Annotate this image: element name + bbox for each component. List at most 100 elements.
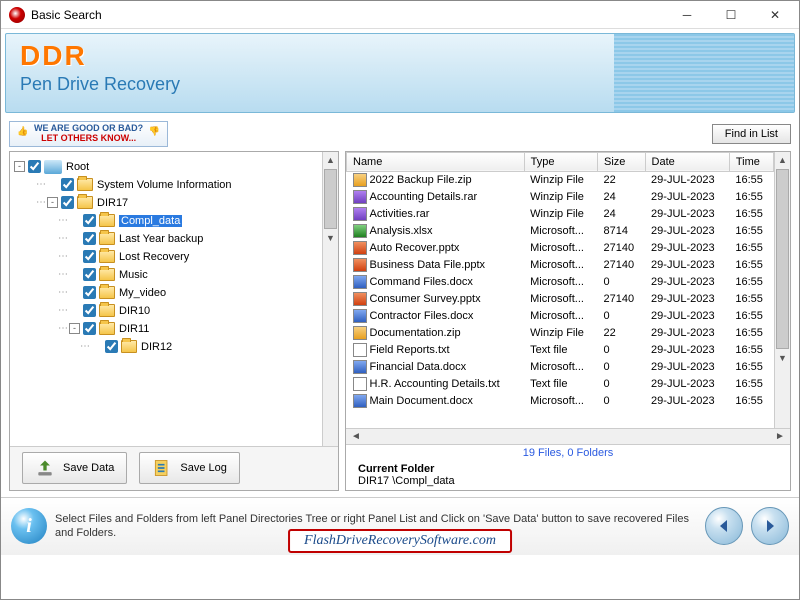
table-row[interactable]: Activities.rarWinzip File2429-JUL-202316… bbox=[347, 205, 774, 222]
prev-button[interactable] bbox=[705, 507, 743, 545]
tree-node[interactable]: ⋯System Volume Information bbox=[14, 176, 318, 194]
tree-panel: -Root⋯System Volume Information⋯-DIR17⋯C… bbox=[9, 151, 339, 491]
tree-node[interactable]: ⋯My_video bbox=[14, 284, 318, 302]
window-title: Basic Search bbox=[31, 8, 665, 22]
tree-label[interactable]: Root bbox=[66, 161, 89, 173]
table-row[interactable]: Accounting Details.rarWinzip File2429-JU… bbox=[347, 188, 774, 205]
minimize-button[interactable]: ─ bbox=[665, 1, 709, 29]
tree-label[interactable]: System Volume Information bbox=[97, 179, 232, 191]
column-header[interactable]: Size bbox=[598, 152, 646, 171]
table-row[interactable]: Contractor Files.docxMicrosoft...029-JUL… bbox=[347, 307, 774, 324]
tree-label[interactable]: DIR10 bbox=[119, 305, 150, 317]
toolbar: 👍 WE ARE GOOD OR BAD? LET OTHERS KNOW...… bbox=[1, 117, 799, 151]
directory-tree[interactable]: -Root⋯System Volume Information⋯-DIR17⋯C… bbox=[10, 152, 322, 446]
ppt-file-icon bbox=[353, 292, 367, 306]
tree-checkbox[interactable] bbox=[83, 232, 96, 245]
tree-checkbox[interactable] bbox=[83, 286, 96, 299]
feedback-line1: WE ARE GOOD OR BAD? bbox=[34, 123, 143, 133]
folder-icon bbox=[99, 304, 115, 317]
tree-label[interactable]: Last Year backup bbox=[119, 233, 203, 245]
thumbs-down-icon: 👎 bbox=[147, 127, 161, 141]
tree-node[interactable]: ⋯Lost Recovery bbox=[14, 248, 318, 266]
grid-vscrollbar[interactable]: ▲ ▼ bbox=[774, 152, 790, 428]
table-row[interactable]: 2022 Backup File.zipWinzip File2229-JUL-… bbox=[347, 171, 774, 188]
tree-checkbox[interactable] bbox=[83, 322, 96, 335]
folder-icon bbox=[99, 322, 115, 335]
tree-checkbox[interactable] bbox=[83, 304, 96, 317]
table-row[interactable]: Business Data File.pptxMicrosoft...27140… bbox=[347, 256, 774, 273]
doc-file-icon bbox=[353, 394, 367, 408]
tree-label[interactable]: DIR17 bbox=[97, 197, 128, 209]
close-button[interactable]: ✕ bbox=[753, 1, 797, 29]
footer: i Select Files and Folders from left Pan… bbox=[1, 497, 799, 555]
tree-node[interactable]: ⋯-DIR11 bbox=[14, 320, 318, 338]
tree-node[interactable]: ⋯Music bbox=[14, 266, 318, 284]
maximize-button[interactable]: ☐ bbox=[709, 1, 753, 29]
table-row[interactable]: Consumer Survey.pptxMicrosoft...2714029-… bbox=[347, 290, 774, 307]
table-row[interactable]: Field Reports.txtText file029-JUL-202316… bbox=[347, 341, 774, 358]
ppt-file-icon bbox=[353, 241, 367, 255]
save-log-button[interactable]: Save Log bbox=[139, 452, 239, 484]
rar-file-icon bbox=[353, 207, 367, 221]
column-header[interactable]: Type bbox=[524, 152, 597, 171]
main-area: -Root⋯System Volume Information⋯-DIR17⋯C… bbox=[1, 151, 799, 491]
tree-node[interactable]: ⋯DIR12 bbox=[14, 338, 318, 356]
banner-stripe bbox=[614, 34, 794, 112]
doc-file-icon bbox=[353, 360, 367, 374]
tree-label[interactable]: DIR11 bbox=[119, 323, 149, 335]
tree-checkbox[interactable] bbox=[61, 196, 74, 209]
folder-icon bbox=[121, 340, 137, 353]
grid-hscrollbar[interactable]: ◄► bbox=[346, 428, 790, 444]
tree-label[interactable]: Lost Recovery bbox=[119, 251, 189, 263]
find-in-list-button[interactable]: Find in List bbox=[712, 124, 791, 144]
folder-icon bbox=[99, 286, 115, 299]
feedback-button[interactable]: 👍 WE ARE GOOD OR BAD? LET OTHERS KNOW...… bbox=[9, 121, 168, 147]
table-row[interactable]: Documentation.zipWinzip File2229-JUL-202… bbox=[347, 324, 774, 341]
table-row[interactable]: Financial Data.docxMicrosoft...029-JUL-2… bbox=[347, 358, 774, 375]
txt-file-icon bbox=[353, 377, 367, 391]
tree-node[interactable]: ⋯DIR10 bbox=[14, 302, 318, 320]
next-button[interactable] bbox=[751, 507, 789, 545]
thumbs-up-icon: 👍 bbox=[16, 127, 30, 141]
table-row[interactable]: H.R. Accounting Details.txtText file029-… bbox=[347, 375, 774, 392]
doc-file-icon bbox=[353, 275, 367, 289]
folder-icon bbox=[77, 178, 93, 191]
tree-checkbox[interactable] bbox=[83, 214, 96, 227]
table-row[interactable]: Auto Recover.pptxMicrosoft...2714029-JUL… bbox=[347, 239, 774, 256]
tree-checkbox[interactable] bbox=[83, 250, 96, 263]
tree-label[interactable]: Music bbox=[119, 269, 148, 281]
tree-checkbox[interactable] bbox=[61, 178, 74, 191]
folder-icon bbox=[99, 268, 115, 281]
column-header[interactable]: Name bbox=[347, 152, 525, 171]
tree-label[interactable]: My_video bbox=[119, 287, 166, 299]
expander-icon[interactable]: - bbox=[14, 161, 25, 172]
table-row[interactable]: Main Document.docxMicrosoft...029-JUL-20… bbox=[347, 392, 774, 409]
save-log-label: Save Log bbox=[180, 462, 226, 474]
expander-icon[interactable]: - bbox=[47, 197, 58, 208]
table-row[interactable]: Command Files.docxMicrosoft...029-JUL-20… bbox=[347, 273, 774, 290]
table-row[interactable]: Analysis.xlsxMicrosoft...871429-JUL-2023… bbox=[347, 222, 774, 239]
file-grid[interactable]: NameTypeSizeDateTime 2022 Backup File.zi… bbox=[346, 152, 774, 428]
tree-node[interactable]: ⋯Compl_data bbox=[14, 212, 318, 230]
folder-icon bbox=[99, 250, 115, 263]
info-icon: i bbox=[11, 508, 47, 544]
save-data-button[interactable]: Save Data bbox=[22, 452, 127, 484]
feedback-line2: LET OTHERS KNOW... bbox=[41, 133, 136, 143]
status-bar: 19 Files, 0 Folders Current Folder DIR17… bbox=[346, 444, 790, 490]
tree-checkbox[interactable] bbox=[105, 340, 118, 353]
tree-node[interactable]: ⋯Last Year backup bbox=[14, 230, 318, 248]
folder-icon bbox=[99, 214, 115, 227]
expander-icon[interactable]: - bbox=[69, 323, 80, 334]
column-header[interactable]: Time bbox=[729, 152, 773, 171]
tree-actions: Save Data Save Log bbox=[10, 446, 338, 490]
tree-checkbox[interactable] bbox=[83, 268, 96, 281]
tree-label[interactable]: Compl_data bbox=[119, 215, 182, 227]
column-header[interactable]: Date bbox=[645, 152, 729, 171]
root-icon bbox=[44, 160, 62, 174]
tree-checkbox[interactable] bbox=[28, 160, 41, 173]
save-log-icon bbox=[152, 458, 172, 478]
titlebar: Basic Search ─ ☐ ✕ bbox=[1, 1, 799, 29]
tree-scrollbar[interactable]: ▲ ▼ bbox=[322, 152, 338, 446]
tree-label[interactable]: DIR12 bbox=[141, 341, 172, 353]
tree-node[interactable]: ⋯-DIR17 bbox=[14, 194, 318, 212]
